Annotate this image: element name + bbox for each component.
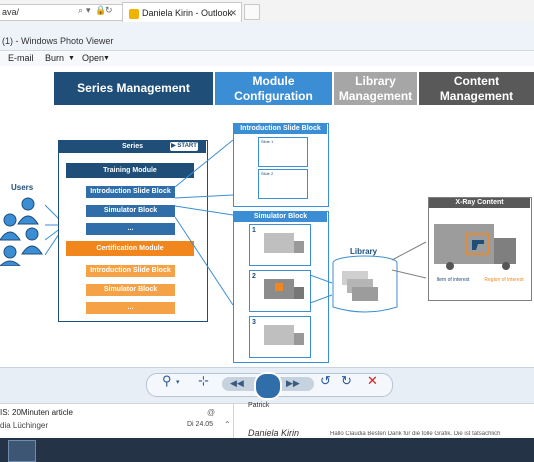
attachment-icon: @	[207, 408, 216, 417]
xray-truck-image	[434, 224, 516, 270]
mail-recipient: Patrick	[248, 402, 270, 409]
xray-content-title: X-Ray Content	[429, 198, 530, 208]
menu-bar	[0, 52, 534, 66]
header-series-management: Series Management	[54, 72, 213, 105]
mail-subject[interactable]: IS: 20Minuten article	[0, 408, 73, 417]
sim-step-3: 3	[249, 316, 311, 358]
photo-viewer-taskbar-button[interactable]	[8, 440, 36, 462]
outlook-icon	[129, 8, 139, 19]
users-label: Users	[11, 183, 34, 192]
header-content-management: Content Management	[419, 72, 534, 105]
new-tab-button[interactable]	[244, 4, 260, 20]
open-dropdown-icon[interactable]: ▼	[103, 55, 110, 62]
mail-preview: Hallo Claudia Besten Dank für die tolle …	[330, 431, 501, 437]
delete-icon[interactable]: ✕	[367, 373, 378, 389]
intro-slide-block-title: Introduction Slide Block	[234, 124, 327, 134]
browser-tab[interactable]: Daniela Kirin - Outlook We... ✕	[122, 2, 242, 38]
item-of-interest-label: Item of interest	[436, 277, 470, 283]
slide-2-thumb: Slide 2	[258, 169, 308, 199]
more-blocks-2: ...	[86, 302, 175, 314]
menu-open[interactable]: Open	[82, 53, 104, 63]
more-blocks-1: ...	[86, 223, 175, 235]
refresh-icon[interactable]: ↻	[105, 5, 113, 16]
library-database-icon	[310, 255, 398, 313]
simulator-block-title: Simulator Block	[234, 212, 327, 222]
mail-sender-name: Daniela Kirin	[248, 428, 300, 438]
mail-from: dia Lüchinger	[0, 421, 49, 430]
intro-slide-block-1: Introduction Slide Block	[86, 186, 175, 198]
taskbar	[0, 438, 534, 462]
header-module-configuration: Module Configuration	[215, 72, 332, 105]
header-library-management: Library Management	[334, 72, 417, 105]
rotate-right-icon[interactable]: ↻	[341, 373, 352, 389]
slideshow-button[interactable]	[254, 372, 282, 400]
slide-1-thumb: Slide 1	[258, 137, 308, 167]
menu-email[interactable]: E-mail	[8, 53, 34, 63]
mail-date: Di 24.05	[187, 421, 214, 428]
zoom-icon[interactable]: ⚲	[162, 373, 172, 389]
previous-icon[interactable]: ◀◀	[230, 378, 244, 389]
rotate-left-icon[interactable]: ↺	[320, 373, 331, 389]
simulator-block-2: Simulator Block	[86, 284, 175, 296]
actual-size-icon[interactable]: ⊹	[198, 373, 209, 389]
sim-step-2: 2	[249, 270, 311, 312]
simulator-block-1: Simulator Block	[86, 205, 175, 217]
module-connectors	[175, 139, 234, 306]
search-icon[interactable]: ⌕	[78, 5, 83, 16]
region-of-interest-label: Region of interest	[484, 277, 524, 283]
sim-step-1: 1	[249, 224, 311, 266]
zoom-dropdown-icon[interactable]: ▾	[176, 378, 180, 386]
close-tab-icon[interactable]: ✕	[229, 3, 237, 23]
scroll-arrow-icon[interactable]: ⌃	[224, 420, 231, 429]
burn-dropdown-icon[interactable]: ▼	[68, 55, 75, 62]
pane-divider[interactable]	[233, 403, 234, 438]
window-title: (1) - Windows Photo Viewer	[2, 36, 114, 46]
menu-burn[interactable]: Burn	[45, 53, 64, 63]
dropdown-icon[interactable]: ▾	[86, 5, 91, 16]
library-to-xray-connector	[392, 241, 427, 279]
intro-slide-block-2: Introduction Slide Block	[86, 265, 175, 277]
next-icon[interactable]: ▶▶	[286, 378, 300, 389]
